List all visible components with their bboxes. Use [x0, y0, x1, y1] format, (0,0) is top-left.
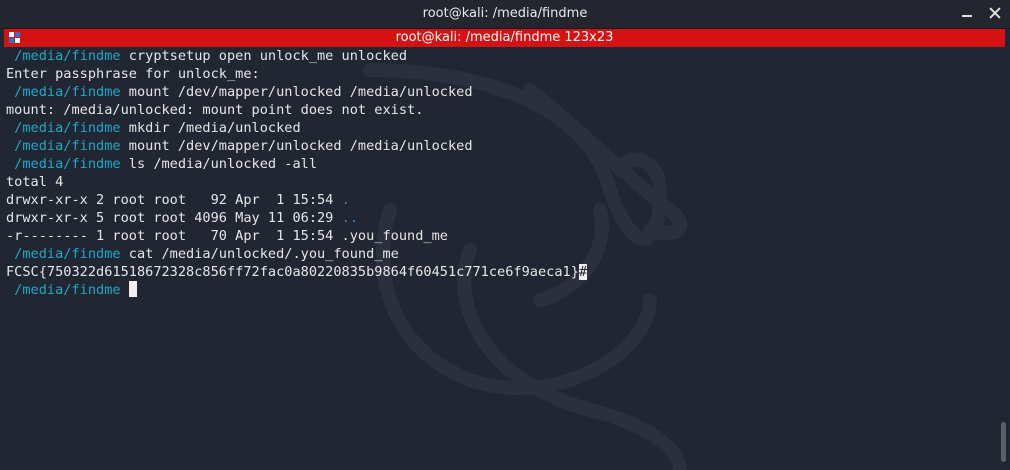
- scrollbar-thumb[interactable]: [1001, 422, 1006, 462]
- output-text: drwxr-xr-x 5 root root 4096 May 11 06:29: [6, 210, 342, 226]
- minimize-button[interactable]: [960, 6, 974, 20]
- title-bar[interactable]: root@kali: /media/findme: [0, 0, 1010, 29]
- command: mount /dev/mapper/unlocked /media/unlock…: [128, 84, 473, 100]
- minimize-icon: [962, 15, 972, 17]
- output-text: drwxr-xr-x 2 root root 92 Apr 1 15:54: [6, 192, 342, 208]
- command: ls /media/unlocked -all: [128, 156, 318, 172]
- output-text: -r-------- 1 root root 70 Apr 1 15:54 .y…: [6, 228, 448, 244]
- command: cat /media/unlocked/.you_found_me: [128, 246, 399, 262]
- command: mount /dev/mapper/unlocked /media/unlock…: [128, 138, 473, 154]
- text-cursor: [128, 281, 137, 297]
- close-button[interactable]: [988, 6, 1002, 20]
- terminal-line: /media/findme ls /media/unlocked -all: [6, 155, 986, 173]
- terminal-window: root@kali: /media/findme root@kali: /med…: [0, 0, 1010, 470]
- terminal-line: /media/findme mount /dev/mapper/unlocked…: [6, 83, 986, 101]
- terminal-line: /media/findme cryptsetup open unlock_me …: [6, 47, 986, 65]
- tab-active[interactable]: root@kali: /media/findme 123x23: [4, 29, 1005, 47]
- terminal-line: /media/findme cat /media/unlocked/.you_f…: [6, 245, 986, 263]
- tab-title: root@kali: /media/findme 123x23: [395, 30, 614, 45]
- terminal-line: drwxr-xr-x 5 root root 4096 May 11 06:29…: [6, 209, 986, 227]
- prompt: /media/findme: [6, 156, 129, 172]
- terminal-line: -r-------- 1 root root 70 Apr 1 15:54 .y…: [6, 227, 986, 245]
- prompt: /media/findme: [6, 48, 129, 64]
- terminal-line: /media/findme mount /dev/mapper/unlocked…: [6, 137, 986, 155]
- terminal-line: Enter passphrase for unlock_me:: [6, 65, 986, 83]
- prompt: /media/findme: [6, 282, 129, 298]
- window-title: root@kali: /media/findme: [422, 6, 588, 21]
- directory-entry: ..: [341, 210, 358, 226]
- terminal-output[interactable]: /media/findme cryptsetup open unlock_me …: [6, 47, 986, 467]
- command: mkdir /media/unlocked: [128, 120, 301, 136]
- prompt: /media/findme: [6, 246, 129, 262]
- terminal-line: /media/findme mkdir /media/unlocked: [6, 119, 986, 137]
- terminal-line: mount: /media/unlocked: mount point does…: [6, 101, 986, 119]
- prompt: /media/findme: [6, 120, 129, 136]
- no-newline-marker: #: [578, 264, 588, 280]
- prompt: /media/findme: [6, 84, 129, 100]
- terminal-line: drwxr-xr-x 2 root root 92 Apr 1 15:54 .: [6, 191, 986, 209]
- terminal-line: FCSC{750322d61518672328c856ff72fac0a8022…: [6, 263, 986, 281]
- output-text: total 4: [6, 174, 64, 190]
- terminal-line: total 4: [6, 173, 986, 191]
- command: cryptsetup open unlock_me unlocked: [128, 48, 408, 64]
- flag-output: FCSC{750322d61518672328c856ff72fac0a8022…: [6, 264, 579, 280]
- output-text: Enter passphrase for unlock_me:: [6, 66, 260, 82]
- prompt: /media/findme: [6, 138, 129, 154]
- window-controls: [960, 6, 1002, 20]
- output-text: mount: /media/unlocked: mount point does…: [6, 102, 424, 118]
- terminal-line: /media/findme: [6, 281, 986, 299]
- directory-entry: .: [341, 192, 350, 208]
